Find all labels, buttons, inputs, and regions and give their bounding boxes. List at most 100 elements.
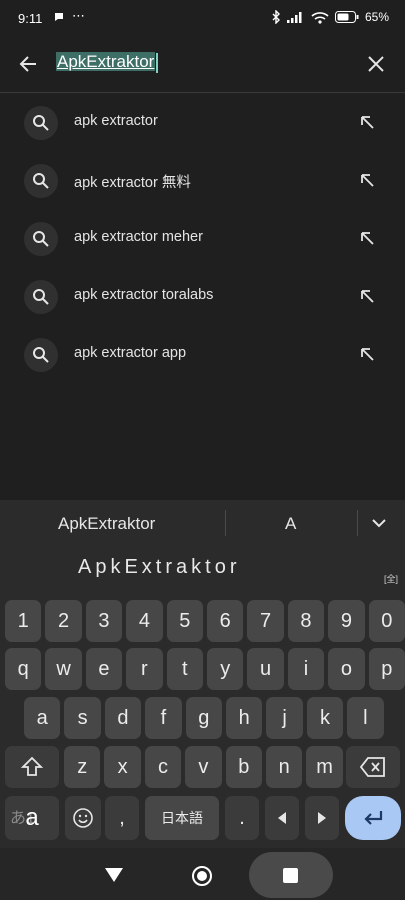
key-u[interactable]: u	[247, 648, 284, 690]
suggestion-label: apk extractor app	[74, 345, 187, 361]
status-icons: 65%	[271, 10, 389, 24]
battery-icon	[334, 11, 359, 23]
fill-query-arrow-icon[interactable]	[357, 170, 377, 190]
suggestion-label: apk extractor 無料	[74, 175, 191, 191]
key-1[interactable]: 1	[5, 600, 42, 642]
triangle-left-icon	[278, 812, 286, 824]
key-2[interactable]: 2	[45, 600, 82, 642]
comma-key[interactable]: ,	[105, 796, 139, 840]
key-v[interactable]: v	[185, 746, 222, 788]
key-c[interactable]: c	[144, 746, 182, 788]
status-bar: 9:11 ⋯ 65%	[0, 0, 405, 38]
key-3[interactable]: 3	[85, 600, 123, 642]
key-4[interactable]: 4	[126, 600, 163, 642]
candidate-divider	[225, 510, 226, 536]
text-caret	[156, 52, 159, 73]
shift-icon	[20, 756, 44, 776]
fill-query-arrow-icon[interactable]	[357, 228, 377, 248]
fill-query-arrow-icon[interactable]	[357, 286, 377, 306]
back-arrow-icon[interactable]	[14, 49, 44, 79]
search-icon	[33, 289, 49, 305]
composition-text: ApkExtraktor	[78, 556, 241, 578]
search-icon-container	[24, 106, 58, 140]
shift-key[interactable]	[5, 746, 59, 788]
period-key[interactable]: .	[225, 796, 259, 840]
key-h[interactable]: h	[226, 697, 263, 739]
input-mode-key[interactable]: あ1 a	[5, 796, 59, 840]
search-input[interactable]: ApkExtraktor	[56, 52, 159, 73]
cursor-left-key[interactable]	[265, 796, 299, 840]
key-o[interactable]: o	[328, 648, 365, 690]
mode-key-label: a	[25, 804, 39, 831]
key-q[interactable]: q	[5, 648, 42, 690]
candidate-bar: ApkExtraktor A	[0, 500, 405, 546]
key-x[interactable]: x	[104, 746, 141, 788]
triangle-right-icon	[318, 812, 326, 824]
candidate-primary[interactable]: ApkExtraktor	[58, 514, 155, 534]
suggestion-item[interactable]: apk extractor app	[0, 325, 405, 383]
suggestion-list: apk extractor apk extractor 無料 apk extra…	[0, 93, 405, 383]
suggestion-item[interactable]: apk extractor 無料	[0, 151, 405, 209]
enter-key[interactable]	[345, 796, 401, 840]
signal-icon	[286, 12, 302, 23]
key-5[interactable]: 5	[166, 600, 203, 642]
suggestion-item[interactable]: apk extractor	[0, 93, 405, 151]
fill-query-arrow-icon[interactable]	[357, 112, 377, 132]
key-n[interactable]: n	[266, 746, 303, 788]
candidate-secondary[interactable]: A	[285, 514, 296, 534]
key-e[interactable]: e	[85, 648, 123, 690]
chevron-down-icon[interactable]	[370, 514, 388, 532]
key-9[interactable]: 9	[328, 600, 365, 642]
key-j[interactable]: j	[266, 697, 303, 739]
home-circle-icon[interactable]	[191, 865, 213, 887]
message-icon	[55, 13, 63, 21]
search-icon-container	[24, 222, 58, 256]
key-m[interactable]: m	[306, 746, 343, 788]
enter-arrow-icon	[364, 811, 383, 825]
key-s[interactable]: s	[64, 697, 101, 739]
battery-percent: 65%	[364, 10, 389, 24]
key-y[interactable]: y	[207, 648, 244, 690]
suggestion-label: apk extractor toralabs	[74, 287, 214, 303]
suggestion-item[interactable]: apk extractor meher	[0, 209, 405, 267]
key-w[interactable]: w	[45, 648, 82, 690]
key-p[interactable]: p	[368, 648, 405, 690]
key-8[interactable]: 8	[287, 600, 325, 642]
backspace-key[interactable]	[346, 746, 400, 788]
key-t[interactable]: t	[166, 648, 203, 690]
status-time: 9:11	[18, 11, 43, 26]
key-g[interactable]: g	[185, 697, 222, 739]
search-query-text: ApkExtraktor	[56, 52, 156, 71]
search-icon-container	[24, 164, 58, 198]
key-l[interactable]: l	[347, 697, 384, 739]
key-f[interactable]: f	[145, 697, 182, 739]
key-r[interactable]: r	[126, 648, 163, 690]
search-icon	[33, 231, 49, 247]
key-6[interactable]: 6	[207, 600, 244, 642]
key-b[interactable]: b	[225, 746, 262, 788]
emoji-key[interactable]	[65, 796, 101, 840]
fill-query-arrow-icon[interactable]	[357, 344, 377, 364]
suggestion-label: apk extractor	[74, 113, 158, 129]
bluetooth-icon	[272, 10, 280, 24]
back-triangle-icon[interactable]	[104, 866, 124, 884]
key-z[interactable]: z	[64, 746, 101, 788]
cursor-right-key[interactable]	[305, 796, 339, 840]
language-key[interactable]: 日本語	[145, 796, 219, 840]
key-0[interactable]: 0	[368, 600, 405, 642]
search-icon	[33, 115, 49, 131]
key-7[interactable]: 7	[247, 600, 284, 642]
suggestion-item[interactable]: apk extractor toralabs	[0, 267, 405, 325]
key-d[interactable]: d	[104, 697, 142, 739]
wifi-icon	[311, 11, 329, 24]
close-icon[interactable]	[361, 49, 391, 79]
candidate-divider	[357, 510, 358, 536]
search-icon	[33, 173, 49, 189]
search-icon-container	[24, 338, 58, 372]
search-icon-container	[24, 280, 58, 314]
key-i[interactable]: i	[287, 648, 325, 690]
key-a[interactable]: a	[24, 697, 61, 739]
suggestion-label: apk extractor meher	[74, 229, 203, 245]
recents-square-icon[interactable]	[283, 868, 298, 883]
key-k[interactable]: k	[306, 697, 344, 739]
